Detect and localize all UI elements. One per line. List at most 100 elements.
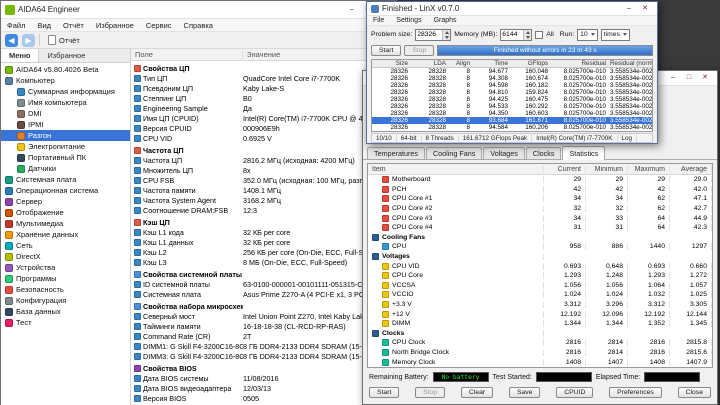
column-item[interactable]: Item <box>368 165 544 173</box>
detail-row[interactable]: DIMM1: G Skill F4-3200C16-8GTZB 8 ГБ DDR… <box>131 341 396 351</box>
column-residual[interactable]: Residual <box>550 60 608 67</box>
detail-row[interactable]: Тайминги памяти 16-18-18-38 (CL-RCD-RP-R… <box>131 321 396 331</box>
sidebar-item[interactable]: AIDA64 v5.80.4026 Beta <box>1 64 130 75</box>
detail-row[interactable]: Множитель ЦП 8x <box>131 165 396 175</box>
statistics-row[interactable]: Memory Clock 1408 1407 1408 1407.9 <box>368 357 712 367</box>
sidebar-item[interactable]: Сервер <box>1 196 130 207</box>
statistics-row[interactable]: Voltages <box>368 252 712 262</box>
stop-button[interactable]: Stop <box>404 45 435 56</box>
detail-row[interactable]: Кэш L2 256 КБ per core (On-Die, ECC, Ful… <box>131 247 396 257</box>
stability-button[interactable]: Preferences <box>609 386 662 398</box>
sidebar-item[interactable]: Безопасность <box>1 284 130 295</box>
statistics-row[interactable]: Clocks <box>368 329 712 339</box>
sidebar-item[interactable]: Программы <box>1 273 130 284</box>
stability-tab[interactable]: Cooling Fans <box>425 147 483 159</box>
statistics-row[interactable]: CPU Core #2 32 32 62 42.7 <box>368 204 712 214</box>
sidebar-item[interactable]: Электропитание <box>1 141 130 152</box>
spin-up-icon[interactable] <box>444 30 449 34</box>
stability-tab[interactable]: Statistics <box>562 146 606 160</box>
result-row[interactable]: 28326 28328 8 94.533 160.292 8.025700e-0… <box>372 103 652 110</box>
column-value[interactable]: Значение <box>243 50 280 59</box>
sidebar-item[interactable]: Хранение данных <box>1 229 130 240</box>
stability-button[interactable]: Close <box>677 386 711 398</box>
start-button[interactable]: Start <box>371 45 402 56</box>
tab-menu[interactable]: Меню <box>1 49 40 62</box>
all-memory-checkbox[interactable] <box>535 30 544 39</box>
spin-down-icon[interactable] <box>525 35 530 39</box>
result-row[interactable]: 28326 28328 8 94.425 160.475 8.025700e-0… <box>372 96 652 103</box>
run-count-select[interactable]: 10 <box>577 28 598 41</box>
sidebar-item[interactable]: Устройства <box>1 262 130 273</box>
detail-row[interactable]: Кэш ЦП <box>131 217 396 227</box>
memory-input[interactable] <box>501 29 524 40</box>
stability-tab[interactable]: Clocks <box>525 147 562 159</box>
stability-button[interactable]: Stop <box>415 386 446 398</box>
menu-item[interactable]: Вид <box>31 19 57 31</box>
detail-row[interactable]: Частота System Agent 3168.2 МГц <box>131 195 396 205</box>
statistics-row[interactable]: North Bridge Clock 2816 2814 2816 2815.6 <box>368 348 712 358</box>
menu-item[interactable]: Файл <box>1 19 31 31</box>
statistics-row[interactable]: CPU Core #4 31 31 64 42.3 <box>368 223 712 233</box>
stability-button[interactable]: Clear <box>460 386 494 398</box>
column-average[interactable]: Average <box>670 165 712 173</box>
statistics-row[interactable]: CPU Core 1.293 1.248 1.293 1.272 <box>368 271 712 281</box>
sidebar-item[interactable]: Компьютер <box>1 75 130 86</box>
sidebar-item[interactable]: Портативный ПК <box>1 152 130 163</box>
statistics-row[interactable]: CPU VID 0.693 0.648 0.693 0.660 <box>368 261 712 271</box>
minimize-icon[interactable]: – <box>621 3 637 15</box>
detail-row[interactable]: Дата BIOS видеоадаптера 12/03/13 <box>131 383 396 393</box>
detail-row[interactable]: Частота ЦП 2816.2 МГц (исходная: 4200 МГ… <box>131 155 396 165</box>
menu-item[interactable]: File <box>367 16 390 25</box>
detail-row[interactable]: Кэш L1 кода 32 КБ per core <box>131 227 396 237</box>
result-row[interactable]: 28326 28328 8 94.598 160.182 8.025700e-0… <box>372 82 652 89</box>
minimize-icon[interactable]: – <box>344 4 360 16</box>
detail-row[interactable]: Свойства системной платы <box>131 269 396 279</box>
menu-item[interactable]: Справка <box>178 19 219 31</box>
detail-row[interactable]: Системная плата Asus Prime Z270-A (4 PCI… <box>131 289 396 299</box>
result-row[interactable]: 28326 28328 8 94.350 160.603 8.025700e-0… <box>372 110 652 117</box>
stability-button[interactable]: Save <box>508 386 541 398</box>
statistics-row[interactable]: VCCSA 1.056 1.056 1.064 1.057 <box>368 281 712 291</box>
stability-button[interactable]: Start <box>369 386 400 398</box>
sidebar-item[interactable]: Сеть <box>1 240 130 251</box>
maximize-icon[interactable]: □ <box>681 72 697 84</box>
menu-item[interactable]: Сервис <box>140 19 178 31</box>
detail-row[interactable]: Версия BIOS 0505 <box>131 393 396 403</box>
sidebar-item[interactable]: IPMI <box>1 119 130 130</box>
result-row[interactable]: 28326 28328 8 94.810 159.824 8.025700e-0… <box>372 89 652 96</box>
detail-row[interactable]: Свойства BIOS <box>131 363 396 373</box>
detail-row[interactable]: Тип ЦП QuadCore Intel Core i7-7700K <box>131 73 396 83</box>
column-minimum[interactable]: Minimum <box>586 165 628 173</box>
close-icon[interactable]: ✕ <box>637 3 653 15</box>
result-row[interactable]: 28326 28328 8 93.684 161.671 8.025700e-0… <box>372 117 652 124</box>
detail-row[interactable]: Частота ЦП <box>131 145 396 155</box>
menu-item[interactable]: Settings <box>390 16 427 25</box>
report-button[interactable]: Отчёт <box>44 34 84 46</box>
detail-row[interactable]: Дата BIOS системы 11/08/2016 <box>131 373 396 383</box>
sidebar-item[interactable]: Имя компьютера <box>1 97 130 108</box>
linx-titlebar[interactable]: Finished - LinX v0.7.0 – ✕ <box>367 2 657 16</box>
stability-tab[interactable]: Temperatures <box>367 147 425 159</box>
run-unit-select[interactable]: times <box>600 28 630 41</box>
spin-down-icon[interactable] <box>444 35 449 39</box>
sidebar-item[interactable]: Системная плата <box>1 174 130 185</box>
stability-button[interactable]: CPUID <box>556 386 594 398</box>
forward-arrow-icon[interactable]: ▶ <box>22 33 35 47</box>
detail-row[interactable]: CPU VID 0.6925 V <box>131 133 396 143</box>
problem-size-input[interactable] <box>416 29 443 40</box>
detail-row[interactable]: DIMM3: G Skill F4-3200C16-8GTZB 8 ГБ DDR… <box>131 351 396 361</box>
column-residual-norm[interactable]: Residual (norm.) <box>608 60 652 67</box>
sidebar-item[interactable]: Конфигурация <box>1 295 130 306</box>
detail-row[interactable]: CPU FSB 352.0 МГц (исходная: 100 МГц, ра… <box>131 175 396 185</box>
column-time[interactable]: Time <box>472 60 510 67</box>
statistics-row[interactable]: Cooling Fans <box>368 233 712 243</box>
spin-up-icon[interactable] <box>525 30 530 34</box>
detail-row[interactable]: Кэш L1 данных 32 КБ per core <box>131 237 396 247</box>
aida64-titlebar[interactable]: AIDA64 Engineer – □ ✕ <box>1 1 396 19</box>
spinner-arrows[interactable] <box>523 29 532 40</box>
result-row[interactable]: 28326 28328 8 94.677 160.048 8.025700e-0… <box>372 68 652 75</box>
detail-row[interactable]: Имя ЦП (CPUID) Intel(R) Core(TM) i7-7700… <box>131 113 396 123</box>
back-arrow-icon[interactable]: ◀ <box>5 33 18 47</box>
statistics-row[interactable]: CPU Core #1 34 34 62 47.1 <box>368 194 712 204</box>
sidebar-item[interactable]: DirectX <box>1 251 130 262</box>
